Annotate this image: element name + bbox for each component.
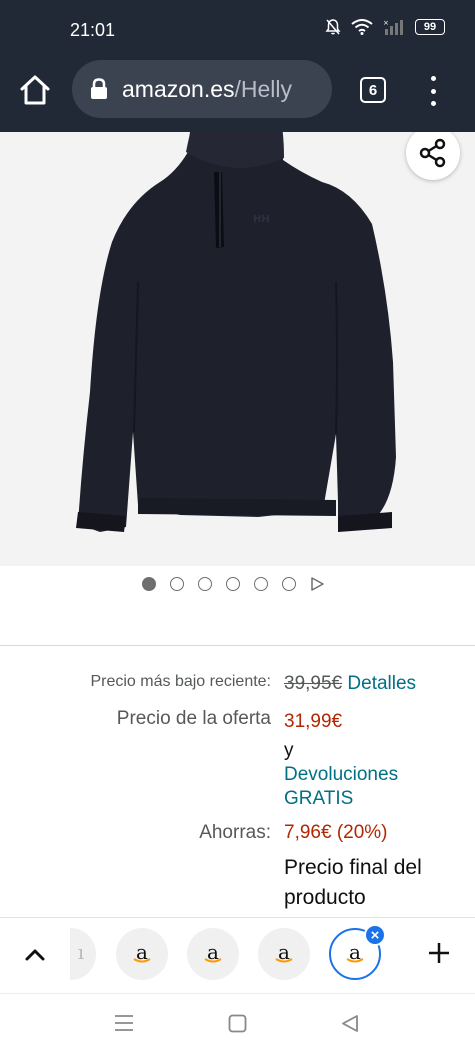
amazon-smile-icon: [346, 958, 364, 963]
product-image[interactable]: HH: [0, 132, 475, 566]
final-price-label-line1: Precio final del: [284, 856, 422, 879]
chevron-up-icon[interactable]: [24, 946, 46, 962]
tab-switcher-button[interactable]: 6: [360, 77, 386, 103]
carousel-dot[interactable]: [226, 577, 240, 591]
offer-price: 31,99€: [284, 711, 343, 732]
url-text: amazon.es/Helly: [122, 76, 292, 103]
overflow-menu-icon[interactable]: [428, 76, 438, 106]
plus-icon[interactable]: [427, 941, 451, 965]
browser-top-bar: 21:01 × 99 amazon.es/Helly 6: [0, 0, 475, 132]
status-time: 21:01: [70, 20, 116, 40]
carousel-dot[interactable]: [198, 577, 212, 591]
amazon-smile-icon: [133, 958, 151, 963]
lock-icon: [91, 78, 107, 99]
free-returns-link-line2[interactable]: GRATIS: [284, 788, 353, 810]
carousel-dot[interactable]: [254, 577, 268, 591]
bell-off-icon: [325, 19, 341, 35]
status-icons: × 99: [325, 18, 445, 36]
recent-low-label: Precio más bajo reciente:: [90, 673, 271, 690]
home-nav-icon[interactable]: [228, 1014, 247, 1033]
tab-chip[interactable]: a: [258, 928, 310, 980]
close-tab-icon[interactable]: ×: [364, 924, 386, 946]
tab-strip: ı a a a a: [0, 917, 475, 993]
tab-chip[interactable]: a: [187, 928, 239, 980]
carousel-dot[interactable]: [282, 577, 296, 591]
final-price-label-line2: producto: [284, 886, 366, 909]
amazon-smile-icon: [204, 958, 222, 963]
back-nav-icon[interactable]: [341, 1014, 359, 1033]
savings-value: 7,96€ (20%): [284, 822, 388, 843]
recent-apps-icon[interactable]: [114, 1014, 134, 1032]
amazon-smile-icon: [275, 958, 293, 963]
url-path: /Helly: [234, 75, 293, 102]
signal-icon: ×: [383, 19, 403, 35]
svg-text:HH: HH: [253, 214, 270, 225]
share-icon: [419, 138, 446, 168]
play-next-icon[interactable]: [310, 577, 324, 591]
recent-low-price: 39,95€: [284, 673, 343, 694]
section-divider: [0, 645, 475, 646]
wifi-icon: [351, 19, 373, 35]
home-icon[interactable]: [18, 72, 52, 108]
url-bar[interactable]: amazon.es/Helly: [72, 60, 332, 118]
system-nav-bar: [0, 993, 475, 1056]
carousel-dot-active[interactable]: [142, 577, 156, 591]
details-link[interactable]: Detalles: [347, 673, 416, 694]
fleece-jacket-image: HH: [76, 132, 396, 532]
battery-icon: 99: [415, 19, 445, 35]
svg-text:×: ×: [383, 19, 389, 27]
image-carousel-dots: [142, 577, 324, 591]
url-domain: amazon.es: [122, 75, 235, 102]
carousel-dot[interactable]: [170, 577, 184, 591]
savings-label: Ahorras:: [199, 822, 271, 843]
free-returns-link-line1[interactable]: Devoluciones: [284, 764, 398, 786]
and-text: y: [284, 740, 294, 761]
tab-chip[interactable]: a: [116, 928, 168, 980]
tab-chip-partial[interactable]: ı: [70, 928, 96, 980]
recent-low-row: 39,95€ Detalles: [284, 673, 416, 695]
offer-label: Precio de la oferta: [116, 708, 271, 729]
